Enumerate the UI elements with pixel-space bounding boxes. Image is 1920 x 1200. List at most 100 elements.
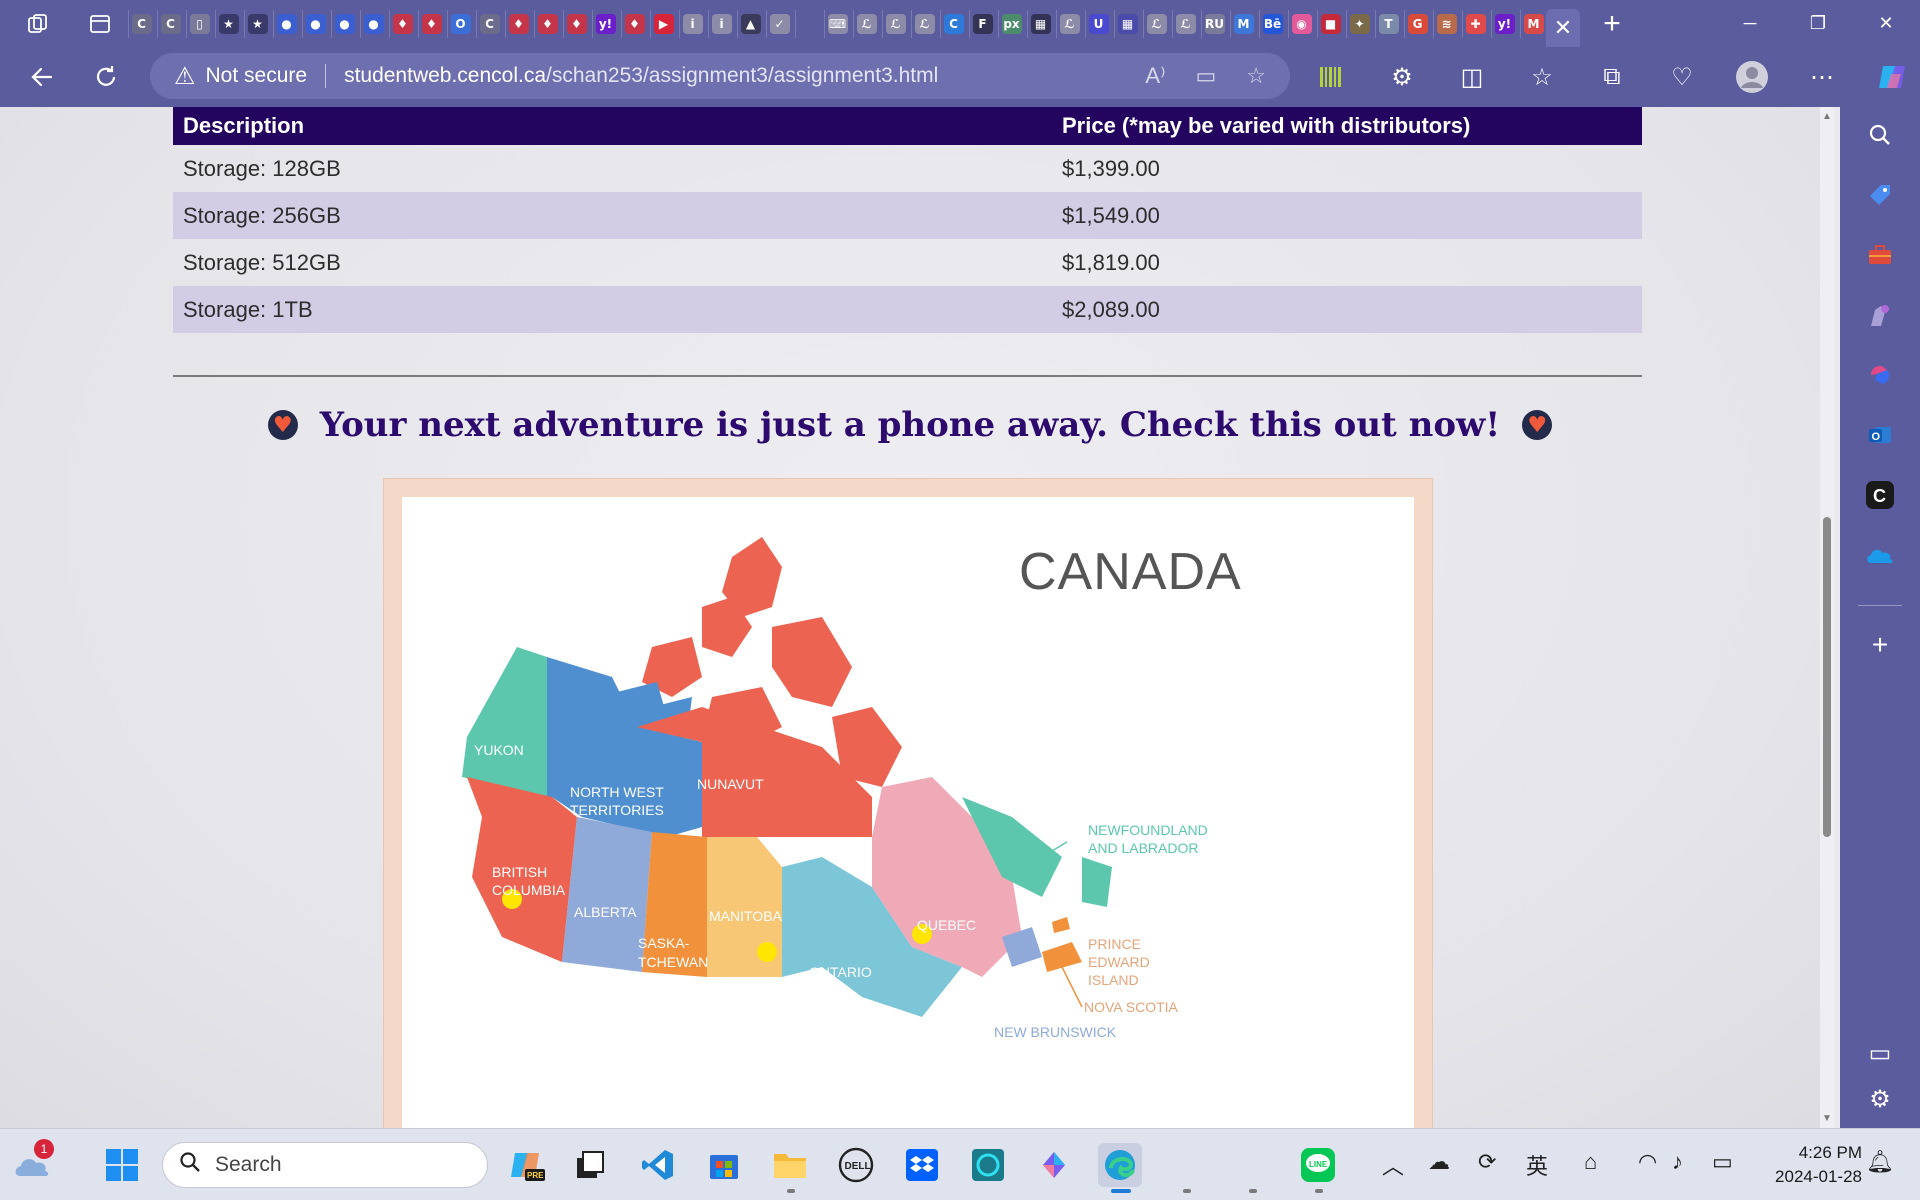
tab-maple-leaf-icon[interactable]: ♦	[505, 9, 531, 38]
immersive-reader-icon[interactable]: ▭	[1195, 63, 1216, 89]
battery-icon[interactable]: ▭	[1712, 1149, 1733, 1175]
line-app-icon[interactable]: LINE	[1296, 1143, 1340, 1187]
tab-u-icon[interactable]: U	[1085, 9, 1111, 38]
tab-maple-leaf-icon[interactable]: ♦	[418, 9, 444, 38]
volume-icon[interactable]: ♪	[1672, 1149, 1683, 1175]
tab-bird-icon[interactable]: ✦	[1346, 9, 1372, 38]
shopping-tag-icon[interactable]	[1860, 175, 1900, 215]
tab-t-icon[interactable]: T	[1375, 9, 1401, 38]
tab-blue-dot-icon[interactable]: ●	[360, 9, 386, 38]
tab-c-icon[interactable]: C	[128, 9, 154, 38]
copilot-pre-icon[interactable]: PRE	[505, 1143, 549, 1187]
split-screen-icon[interactable]: ◫	[1450, 55, 1494, 99]
tab-grid-icon[interactable]: ▦	[1114, 9, 1140, 38]
tab-yahoo-icon[interactable]: y!	[1491, 9, 1517, 38]
alexa-icon[interactable]	[966, 1143, 1010, 1187]
collections-icon[interactable]: ⧉	[1590, 55, 1634, 99]
tab-script-icon[interactable]: ℒ	[1056, 9, 1082, 38]
tab-youtube-icon[interactable]: ▶	[650, 9, 676, 38]
hide-sidebar-icon[interactable]: ▭	[1860, 1033, 1900, 1073]
tab-yahoo-icon[interactable]: y!	[592, 9, 618, 38]
tab-ru-icon[interactable]: RU	[1201, 9, 1227, 38]
scroll-down-arrow[interactable]: ▼	[1822, 1113, 1832, 1124]
dropbox-icon[interactable]	[900, 1143, 944, 1187]
tab-doc-icon[interactable]: ▯	[186, 9, 212, 38]
minimize-button[interactable]: ─	[1716, 0, 1784, 47]
outlook-icon[interactable]: O	[1860, 415, 1900, 455]
active-tab-close[interactable]: ✕	[1546, 9, 1580, 47]
url-text[interactable]: studentweb.cencol.ca/schan253/assignment…	[344, 64, 938, 88]
edge-taskbar-icon[interactable]	[1098, 1143, 1142, 1187]
copilot-icon[interactable]	[1032, 1143, 1076, 1187]
tab-star-icon[interactable]: ★	[244, 9, 270, 38]
tab-blank-icon[interactable]	[795, 9, 821, 38]
tab-info-icon[interactable]: i	[708, 9, 734, 38]
tab-grid-icon[interactable]: ▦	[1027, 9, 1053, 38]
back-button[interactable]	[20, 55, 64, 99]
restore-button[interactable]: ❐	[1784, 0, 1852, 47]
tab-star-icon[interactable]: ★	[215, 9, 241, 38]
ime-language-label[interactable]: 英	[1526, 1149, 1548, 1181]
onedrive-icon[interactable]	[1860, 535, 1900, 575]
workspaces-icon[interactable]	[18, 4, 58, 44]
read-aloud-icon[interactable]: A⁾	[1145, 63, 1165, 89]
profile-avatar[interactable]	[1730, 55, 1774, 99]
tab-c-blue-icon[interactable]: C	[940, 9, 966, 38]
tray-overflow-chevron-icon[interactable]: ︿	[1382, 1149, 1404, 1181]
tab-behance-icon[interactable]: Bē	[1259, 9, 1285, 38]
tab-blue-dot-icon[interactable]: ●	[302, 9, 328, 38]
copilot-icon[interactable]	[1870, 55, 1914, 99]
tab-m-icon[interactable]: M	[1230, 9, 1256, 38]
task-view-icon[interactable]	[568, 1143, 612, 1187]
tab-dribbble-icon[interactable]: ◉	[1288, 9, 1314, 38]
tab-script-icon[interactable]: ℒ	[1172, 9, 1198, 38]
scrollbar-thumb[interactable]	[1823, 517, 1831, 837]
tab-maple-leaf-icon[interactable]: ♦	[534, 9, 560, 38]
refresh-button[interactable]	[84, 55, 128, 99]
extension-barcode-icon[interactable]	[1310, 55, 1354, 99]
vscode-icon[interactable]	[636, 1143, 680, 1187]
file-explorer-icon[interactable]	[768, 1143, 812, 1187]
more-menu-icon[interactable]: ⋯	[1800, 55, 1844, 99]
security-status[interactable]: Not secure	[206, 64, 308, 88]
dell-icon[interactable]: DELL	[834, 1143, 878, 1187]
ime-mode-icon[interactable]: ⌂	[1584, 1149, 1597, 1175]
taskbar-search-box[interactable]: Search	[162, 1142, 488, 1188]
tab-swoosh-icon[interactable]: ✓	[766, 9, 792, 38]
tab-maple-leaf-icon[interactable]: ♦	[621, 9, 647, 38]
tab-mountain-icon[interactable]: ▲	[737, 9, 763, 38]
tab-script-icon[interactable]: ℒ	[882, 9, 908, 38]
weather-icon[interactable]: 1	[10, 1139, 54, 1187]
tab-blue-dot-icon[interactable]: ●	[273, 9, 299, 38]
favorites-icon[interactable]: ☆	[1520, 55, 1564, 99]
system-clock[interactable]: 4:26 PM 2024-01-28	[1762, 1141, 1862, 1189]
tab-gmail-icon[interactable]: M	[1520, 9, 1546, 38]
notifications-icon[interactable]: 🔔︎	[1866, 1149, 1894, 1175]
tab-keyboard-icon[interactable]: ⌨	[824, 9, 850, 38]
tab-figma-icon[interactable]: ✚	[1462, 9, 1488, 38]
tab-blue-dot-icon[interactable]: ●	[331, 9, 357, 38]
c-app-icon[interactable]: C	[1860, 475, 1900, 515]
tab-o-icon[interactable]: O	[447, 9, 473, 38]
tab-maple-leaf-icon[interactable]: ♦	[563, 9, 589, 38]
tab-red-square-icon[interactable]: ■	[1317, 9, 1343, 38]
scroll-up-arrow[interactable]: ▲	[1822, 111, 1832, 122]
tab-script-icon[interactable]: ℒ	[853, 9, 879, 38]
tab-f-icon[interactable]: F	[969, 9, 995, 38]
tab-c-icon[interactable]: C	[157, 9, 183, 38]
vertical-tabs-icon[interactable]	[80, 4, 120, 44]
wifi-icon[interactable]: ◠	[1638, 1149, 1657, 1175]
address-bar[interactable]: ⚠ Not secure studentweb.cencol.ca/schan2…	[150, 53, 1290, 99]
tab-script-icon[interactable]: ℒ	[1143, 9, 1169, 38]
microsoft-store-icon[interactable]	[702, 1143, 746, 1187]
sync-icon[interactable]: ⟳	[1478, 1149, 1496, 1175]
extensions-icon[interactable]: ⚙	[1380, 55, 1424, 99]
tab-px-icon[interactable]: px	[998, 9, 1024, 38]
tab-stripes-icon[interactable]: ≋	[1433, 9, 1459, 38]
tools-icon[interactable]	[1860, 235, 1900, 275]
favorite-star-icon[interactable]: ☆	[1246, 63, 1266, 89]
add-sidebar-icon[interactable]: +	[1860, 625, 1900, 665]
start-button[interactable]	[100, 1143, 144, 1187]
page-scrollbar[interactable]: ▲ ▼	[1820, 107, 1834, 1128]
search-icon[interactable]	[1860, 115, 1900, 155]
